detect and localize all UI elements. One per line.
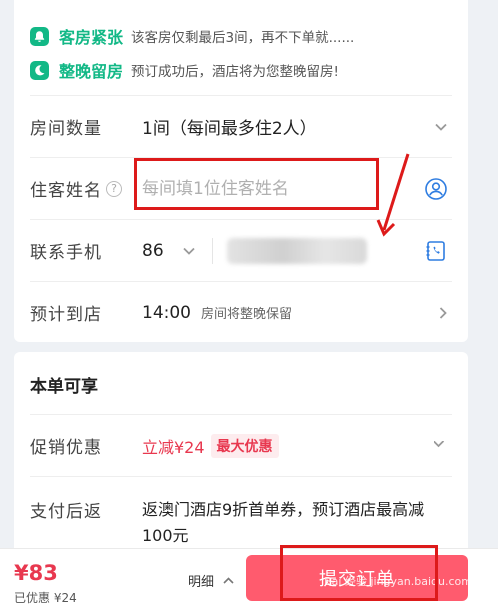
phone-number-input[interactable] xyxy=(226,237,367,264)
arrival-note: 房间将整晚保留 xyxy=(201,307,293,322)
chevron-right-icon[interactable] xyxy=(438,306,448,320)
total-price: ¥83 xyxy=(14,561,58,585)
chevron-down-icon[interactable] xyxy=(434,440,448,451)
phone-book-icon[interactable] xyxy=(424,239,448,263)
help-icon[interactable]: ? xyxy=(106,180,122,197)
cashback-row: 支付后返 返澳门酒店9折首单券，预订酒店最高减100元 xyxy=(30,476,452,552)
arrival-label: 预计到店 xyxy=(30,305,102,325)
moon-icon xyxy=(30,60,49,80)
best-offer-badge: 最大优惠 xyxy=(210,433,279,458)
guest-name-label-wrap: 住客姓名 ? xyxy=(30,176,142,201)
notice-title: 客房紧张 xyxy=(59,28,124,47)
guest-name-input[interactable] xyxy=(142,170,378,207)
benefits-title: 本单可享 xyxy=(30,377,98,397)
price-detail-toggle[interactable]: 明细 xyxy=(188,571,235,590)
annotation-arrow xyxy=(376,153,410,237)
chevron-down-icon[interactable] xyxy=(434,122,448,132)
promo-label: 促销优惠 xyxy=(30,438,102,458)
detail-label: 明细 xyxy=(188,575,215,590)
room-count-label: 房间数量 xyxy=(30,119,102,139)
notice-room-scarce: 客房紧张 该客房仅剩最后3间，再不下单就...... xyxy=(30,24,354,48)
notice-text: 预订成功后，酒店将为您整晚留房! xyxy=(131,64,339,80)
promo-row[interactable]: 促销优惠 立减¥24 最大优惠 xyxy=(30,414,452,476)
contact-picker-icon[interactable] xyxy=(424,177,448,201)
cashback-value: 返澳门酒店9折首单券，预订酒店最高减100元 xyxy=(142,500,425,545)
watermark: Bai 经验 jingyan.baidu.com xyxy=(324,575,472,588)
checkout-bar: ¥83 已优惠 ¥24 明细 提交订单 Bai 经验 jingyan.baidu… xyxy=(0,548,498,604)
benefits-card: 本单可享 促销优惠 立减¥24 最大优惠 支付后返 返澳门酒店9折首单券，预订酒… xyxy=(14,352,468,552)
notice-title: 整晚留房 xyxy=(59,62,124,81)
notice-night-hold: 整晚留房 预订成功后，酒店将为您整晚留房! xyxy=(30,58,339,82)
cashback-label: 支付后返 xyxy=(30,502,102,522)
promo-value: 立减¥24 xyxy=(142,437,205,457)
chevron-down-icon[interactable] xyxy=(182,246,196,256)
arrival-time: 14:00 xyxy=(142,302,191,323)
chevron-up-icon xyxy=(223,577,234,584)
room-count-value: 1间（每间最多住2人） xyxy=(142,119,317,139)
arrival-time-row[interactable]: 预计到店 14:00 房间将整晚保留 xyxy=(30,281,452,343)
notice-text: 该客房仅剩最后3间，再不下单就...... xyxy=(131,30,355,46)
room-count-row[interactable]: 房间数量 1间（每间最多住2人） xyxy=(30,95,452,157)
phone-label: 联系手机 xyxy=(30,243,102,263)
guest-name-label: 住客姓名 xyxy=(30,181,102,201)
country-code[interactable]: 86 xyxy=(142,241,164,261)
bell-icon xyxy=(30,26,49,46)
saved-amount: 已优惠 ¥24 xyxy=(14,591,77,604)
divider xyxy=(211,237,213,264)
